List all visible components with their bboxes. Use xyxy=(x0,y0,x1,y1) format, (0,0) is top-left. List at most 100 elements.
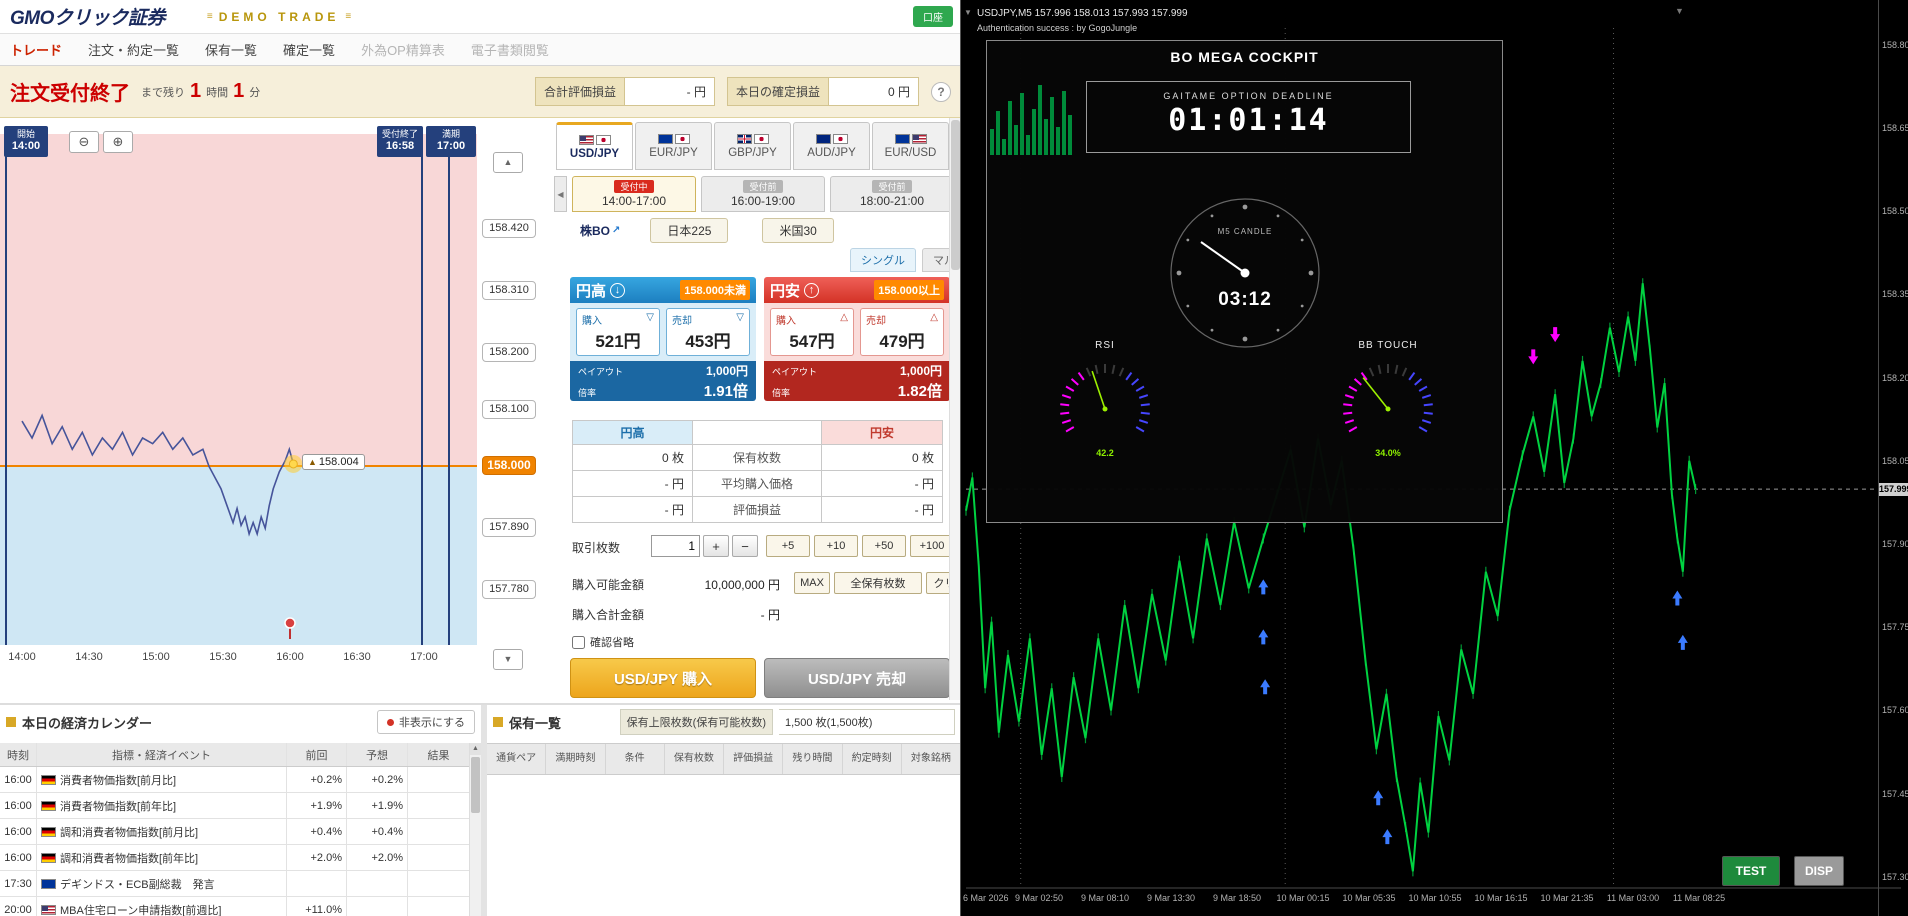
nikkei225-tab[interactable]: 日本225 xyxy=(650,218,729,243)
price-axis-label: 157.600 xyxy=(1882,705,1908,716)
stock-bo-link[interactable]: 株BO ↗ xyxy=(580,222,620,239)
current-price-value: 158.004 xyxy=(318,456,359,468)
eu-flag-icon xyxy=(41,878,56,889)
scroll-up-button[interactable]: ▲ xyxy=(493,152,523,173)
time-axis-label: 14:30 xyxy=(75,651,103,663)
order-close-badge: 受付終了 16:58 xyxy=(377,126,423,157)
quantity-plus-button[interactable]: + xyxy=(703,535,729,557)
price-chart-area[interactable]: 開始 14:00 受付終了 16:58 満期 17:00 ⊖ ⊕ ▲ ▼ ▲ 15… xyxy=(0,118,545,683)
nav-item-確定一覧[interactable]: 確定一覧 xyxy=(283,40,335,59)
test-button[interactable]: TEST xyxy=(1722,856,1780,886)
add-10-button[interactable]: +10 xyxy=(814,535,858,557)
yen-high-buy-button[interactable]: 購入 ▽ 521円 xyxy=(576,308,660,356)
holdings-col-header: 約定時刻 xyxy=(843,744,902,774)
scroll-down-button[interactable]: ▼ xyxy=(493,649,523,670)
yen-high-panel: 円高 ↓ 158.000未満 購入 ▽ 521円 売却 ▽ 453円 ペイアウト… xyxy=(570,277,756,401)
yen-high-sell-button[interactable]: 売却 ▽ 453円 xyxy=(666,308,750,356)
currency-tab-GBP/JPY[interactable]: GBP/JPY xyxy=(714,122,791,170)
clear-button[interactable]: クリア xyxy=(926,572,949,594)
scrollbar-thumb[interactable] xyxy=(951,120,960,270)
price-axis-label: 158.100 xyxy=(482,399,536,419)
quantity-input[interactable] xyxy=(651,535,700,557)
help-button[interactable]: ? xyxy=(931,81,951,102)
event-forecast: +2.0% xyxy=(347,845,408,870)
m5-candle-clock xyxy=(1170,198,1320,348)
calendar-scrollbar[interactable]: ▲ xyxy=(469,743,481,916)
zoom-out-button[interactable]: ⊖ xyxy=(69,131,99,153)
prev-arrow-button[interactable]: ◀ xyxy=(554,176,567,212)
multi-mode-tab[interactable]: マルチ xyxy=(922,248,949,272)
currency-tab-EUR/JPY[interactable]: EUR/JPY xyxy=(635,122,712,170)
strike-price-label: 158.000 xyxy=(482,456,536,476)
calendar-row[interactable]: 16:00 消費者物価指数[前年比] +1.9% +1.9% xyxy=(0,793,469,819)
session-tab-16:00-19:00[interactable]: 受付前 16:00-19:00 xyxy=(701,176,825,212)
currency-tab-EUR/USD[interactable]: EUR/USD xyxy=(872,122,949,170)
holdings-header-row: 通貨ペア 満期時刻 条件 保有枚数 評価損益 残り時間 約定時刻 対象銘柄 xyxy=(487,744,960,775)
calendar-col-header: 結果 xyxy=(427,749,450,762)
calendar-row[interactable]: 20:00 MBA住宅ローン申請指数[前週比] +11.0% xyxy=(0,897,469,916)
single-mode-tab[interactable]: シングル xyxy=(850,248,916,272)
calendar-row[interactable]: 16:00 調和消費者物価指数[前年比] +2.0% +2.0% xyxy=(0,845,469,871)
nav-item-外為OP精算表: 外為OP精算表 xyxy=(361,43,445,58)
calendar-row[interactable]: 17:30 デギンドス・ECB副総裁 発言 xyxy=(0,871,469,897)
chart-scroll-marker-icon[interactable]: ▼ xyxy=(1675,6,1684,16)
currency-tab-label: USD/JPY xyxy=(569,147,620,160)
max-button[interactable]: MAX xyxy=(794,572,830,594)
today-pl-value: 0 円 xyxy=(829,77,919,106)
session-time-label: 16:00-19:00 xyxy=(730,194,796,208)
calendar-row[interactable]: 16:00 調和消費者物価指数[前月比] +0.4% +0.4% xyxy=(0,819,469,845)
bb-touch-gauge xyxy=(1343,364,1433,433)
up-triangle-icon: ▲ xyxy=(308,457,317,467)
quantity-minus-button[interactable]: − xyxy=(732,535,758,557)
gmo-logo[interactable]: GMOクリック証券 xyxy=(10,3,165,30)
add-50-button[interactable]: +50 xyxy=(862,535,906,557)
confirm-skip-checkbox[interactable] xyxy=(572,635,585,649)
add-100-button[interactable]: +100 xyxy=(910,535,949,557)
nav-item-電子書類閲覧: 電子書類閲覧 xyxy=(470,43,549,58)
time-axis-label: 14:00 xyxy=(8,651,36,663)
nav-item-注文・約定一覧[interactable]: 注文・約定一覧 xyxy=(88,40,179,59)
mode-tabs: シングル マルチ xyxy=(850,248,949,272)
session-tab-18:00-21:00[interactable]: 受付前 18:00-21:00 xyxy=(830,176,949,212)
de-flag-icon xyxy=(41,852,56,863)
section-bullet-icon xyxy=(6,717,16,727)
yen-low-sell-button[interactable]: 売却 △ 479円 xyxy=(860,308,944,356)
oneclick-arrow-icon[interactable]: ▼ xyxy=(964,8,972,17)
hide-calendar-button[interactable]: 非表示にする xyxy=(376,710,475,734)
zoom-in-button[interactable]: ⊕ xyxy=(103,131,133,153)
event-result xyxy=(408,845,469,870)
panel-scrollbar[interactable] xyxy=(949,118,960,700)
us30-tab[interactable]: 米国30 xyxy=(762,218,834,243)
scrollbar-thumb[interactable] xyxy=(471,757,480,813)
usdjpy-buy-button[interactable]: USD/JPY 購入 xyxy=(570,658,756,698)
buy-price: 547円 xyxy=(789,332,835,351)
mt4-window: ▼ USDJPY,M5 157.996 158.013 157.993 157.… xyxy=(961,0,1908,916)
currency-tab-label: AUD/JPY xyxy=(807,146,856,159)
currency-tab-USD/JPY[interactable]: USD/JPY xyxy=(556,122,633,170)
bb-touch-label: BB TOUCH xyxy=(1358,340,1418,351)
session-tabs-row: ◀ 受付中 14:00-17:00 受付前 16:00-19:00 受付前 18:00-2… xyxy=(554,176,949,212)
nav-item-保有一覧[interactable]: 保有一覧 xyxy=(205,40,257,59)
up-triangle-icon: △ xyxy=(930,312,938,323)
flag-icons xyxy=(578,134,611,145)
usdjpy-sell-button[interactable]: USD/JPY 売却 xyxy=(764,658,949,698)
total-amount-value: - 円 xyxy=(760,608,780,622)
session-tab-14:00-17:00[interactable]: 受付中 14:00-17:00 xyxy=(572,176,696,212)
price-axis-label: 157.300 xyxy=(1882,871,1908,882)
yen-low-buy-button[interactable]: 購入 △ 547円 xyxy=(770,308,854,356)
account-button[interactable]: 口座 xyxy=(913,6,953,27)
add-5-button[interactable]: +5 xyxy=(766,535,810,557)
event-cell: 調和消費者物価指数[前年比] xyxy=(37,845,287,870)
nav-item-トレード[interactable]: トレード xyxy=(10,40,62,59)
quantity-row: 取引枚数 + − +5 +10 +50 +100 xyxy=(572,535,949,559)
price-axis-label: 158.310 xyxy=(482,281,536,301)
scrollbar-up-arrow[interactable]: ▲ xyxy=(470,743,481,755)
calendar-col-header: 指標・経済イベント xyxy=(37,743,287,766)
all-positions-button[interactable]: 全保有枚数 xyxy=(834,572,922,594)
demo-deco-icon: ≡ xyxy=(345,11,352,22)
calendar-row[interactable]: 16:00 消費者物価指数[前月比] +0.2% +0.2% xyxy=(0,767,469,793)
jp-flag-icon xyxy=(674,133,690,144)
event-name: 調和消費者物価指数[前月比] xyxy=(60,826,199,839)
disp-button[interactable]: DISP xyxy=(1794,856,1844,886)
currency-tab-AUD/JPY[interactable]: AUD/JPY xyxy=(793,122,870,170)
